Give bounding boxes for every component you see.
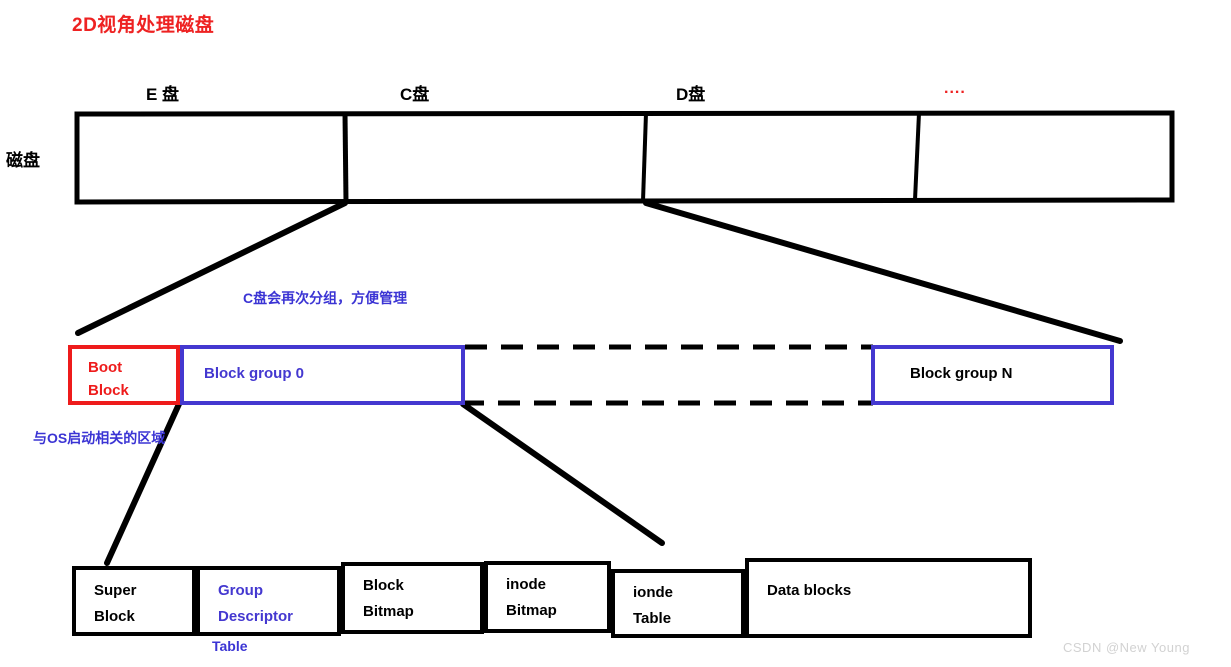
disk-rectangle — [74, 110, 1175, 205]
block-group-n-box: Block group N — [871, 345, 1114, 405]
disk-partition-dividers — [342, 112, 921, 203]
connector-blockgroup-to-details — [104, 401, 665, 566]
detail-label-inode-bitmap: inode Bitmap — [506, 576, 557, 619]
detail-box-super-block: Super Block — [72, 566, 196, 636]
disk-partition-label-d: D盘 — [676, 85, 706, 104]
boot-block-label: Boot Block — [88, 359, 129, 399]
detail-box-inode-bitmap: inode Bitmap — [484, 561, 611, 633]
detail-box-block-bitmap: Block Bitmap — [341, 562, 484, 634]
disk-partition-ellipsis: .... — [944, 80, 966, 97]
detail-label-super-block: Super Block — [94, 582, 137, 625]
block-group-0-box: Block group 0 — [180, 345, 465, 405]
disk-partition-label-c: C盘 — [400, 85, 430, 104]
block-group-0-label: Block group 0 — [204, 365, 305, 382]
csdn-watermark: CSDN @New Young — [1063, 640, 1190, 655]
detail-label-group-descriptor: Group Descriptor — [218, 582, 294, 625]
detail-label-block-bitmap: Block Bitmap — [363, 577, 414, 620]
page-title: 2D视角处理磁盘 — [72, 15, 215, 36]
boot-block-box: Boot Block — [68, 345, 180, 405]
disk-row-label: 磁盘 — [6, 151, 40, 170]
detail-label-data-blocks: Data blocks — [767, 582, 852, 599]
diagram-canvas: 2D视角处理磁盘 磁盘 E 盘 C盘 D盘 .... C盘会再次分组，方便管理 … — [0, 0, 1231, 667]
connector-disk-to-blockgroups — [75, 200, 1123, 344]
blockgroup-dashed-continuation — [462, 344, 873, 406]
detail-label-inode-table: ionde Table — [633, 584, 673, 627]
note-boot-block: 与OS启动相关的区域 — [33, 430, 166, 446]
detail-box-inode-table: ionde Table — [611, 569, 745, 638]
block-group-n-label: Block group N — [910, 365, 1013, 382]
detail-box-data-blocks: Data blocks — [745, 558, 1032, 638]
note-group-descriptor-table-word: Table — [212, 638, 248, 654]
detail-box-group-descriptor-table: Group Descriptor — [196, 566, 341, 636]
note-c-partition: C盘会再次分组，方便管理 — [243, 290, 408, 306]
disk-partition-label-e: E 盘 — [146, 85, 180, 104]
